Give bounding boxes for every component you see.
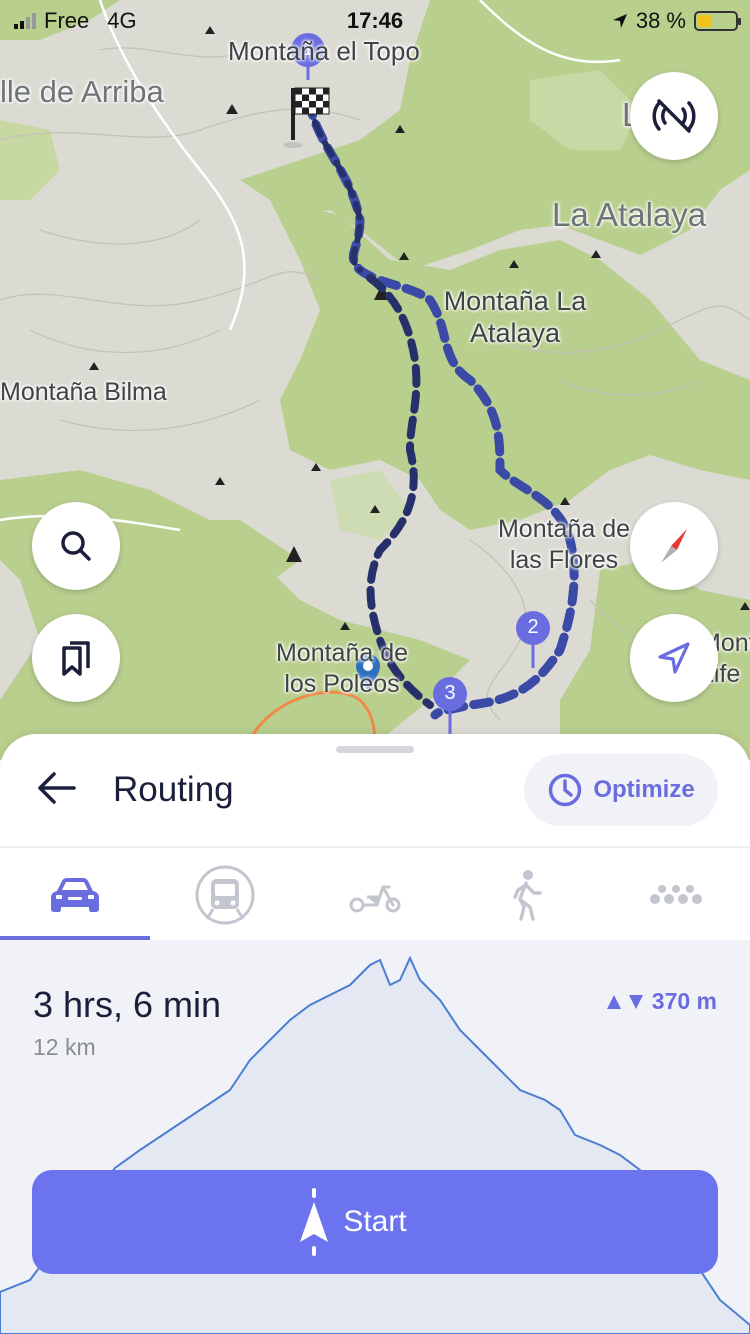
waypoint-number: 3 [444,682,456,704]
route-distance: 12 km [33,1034,96,1060]
battery-icon [694,11,741,31]
waypoint-number: 2 [527,616,539,638]
no-signal-icon [652,99,696,133]
bookmarks-button[interactable] [32,614,120,702]
elevation-gain: 370 m [606,988,717,1015]
search-icon [61,531,91,561]
route-summary: 3 hrs, 6 min 12 km 370 m [0,940,750,1334]
sheet-grabber[interactable] [336,746,414,753]
optimize-button[interactable]: Optimize [524,754,718,826]
transport-mode-tabs [0,848,750,942]
bookmarks-icon [62,641,90,676]
arrow-left-icon [38,772,76,804]
start-navigation-button[interactable]: Start [32,1170,718,1274]
route-duration: 3 hrs, 6 min [33,984,222,1025]
tab-scooter[interactable] [300,848,450,942]
clock-icon [549,773,582,807]
status-bar: Free 4G 17:46 38 % [0,0,750,40]
up-down-triangle-icon [606,994,643,1009]
map-view[interactable]: 1 2 3 Montaña el Topo lle de Arriba La A… [0,0,750,760]
optimize-label: Optimize [593,776,695,803]
tab-transit[interactable] [150,848,300,942]
map-label-montana-de-las-flores: Montaña de las Flores [497,515,631,574]
map-label-montana-la-atalaya: Montaña La Atalaya [443,286,587,348]
page-title: Routing [113,770,234,809]
search-button[interactable] [32,502,120,590]
locate-me-button[interactable] [630,614,718,702]
elevation-value: 370 m [651,988,717,1014]
start-label: Start [343,1205,407,1238]
back-button[interactable] [26,764,86,812]
navigation-arrow-icon [300,1188,328,1256]
map-label-valle-de-arriba: lle de Arriba [0,74,164,109]
scooter-icon [349,885,401,913]
location-services-icon [612,14,627,28]
status-time: 17:46 [346,8,404,33]
toggle-tracking-button[interactable] [630,72,718,160]
waypoint-pin-2[interactable]: 2 [515,610,551,670]
waypoint-pin-3[interactable]: 3 [432,676,468,736]
map-label-la-atalaya: La Atalaya [552,196,707,233]
location-arrow-icon [658,642,690,674]
compass-icon [661,529,687,563]
tab-car[interactable] [0,848,150,942]
tab-walk[interactable] [450,848,600,942]
map-label-montana-de-los-poleos: Montaña de los Poleos [275,639,409,698]
map-label-montana-el-topo: Montaña el Topo [228,36,420,66]
car-icon [51,878,99,912]
more-icon [650,885,702,904]
walking-icon [513,870,542,921]
bus-icon [195,865,255,925]
map-label-montana-bilma: Montaña Bilma [0,378,167,406]
battery-percent: 38 % [635,8,686,33]
compass-button[interactable] [630,502,718,590]
tab-more[interactable] [600,848,750,942]
